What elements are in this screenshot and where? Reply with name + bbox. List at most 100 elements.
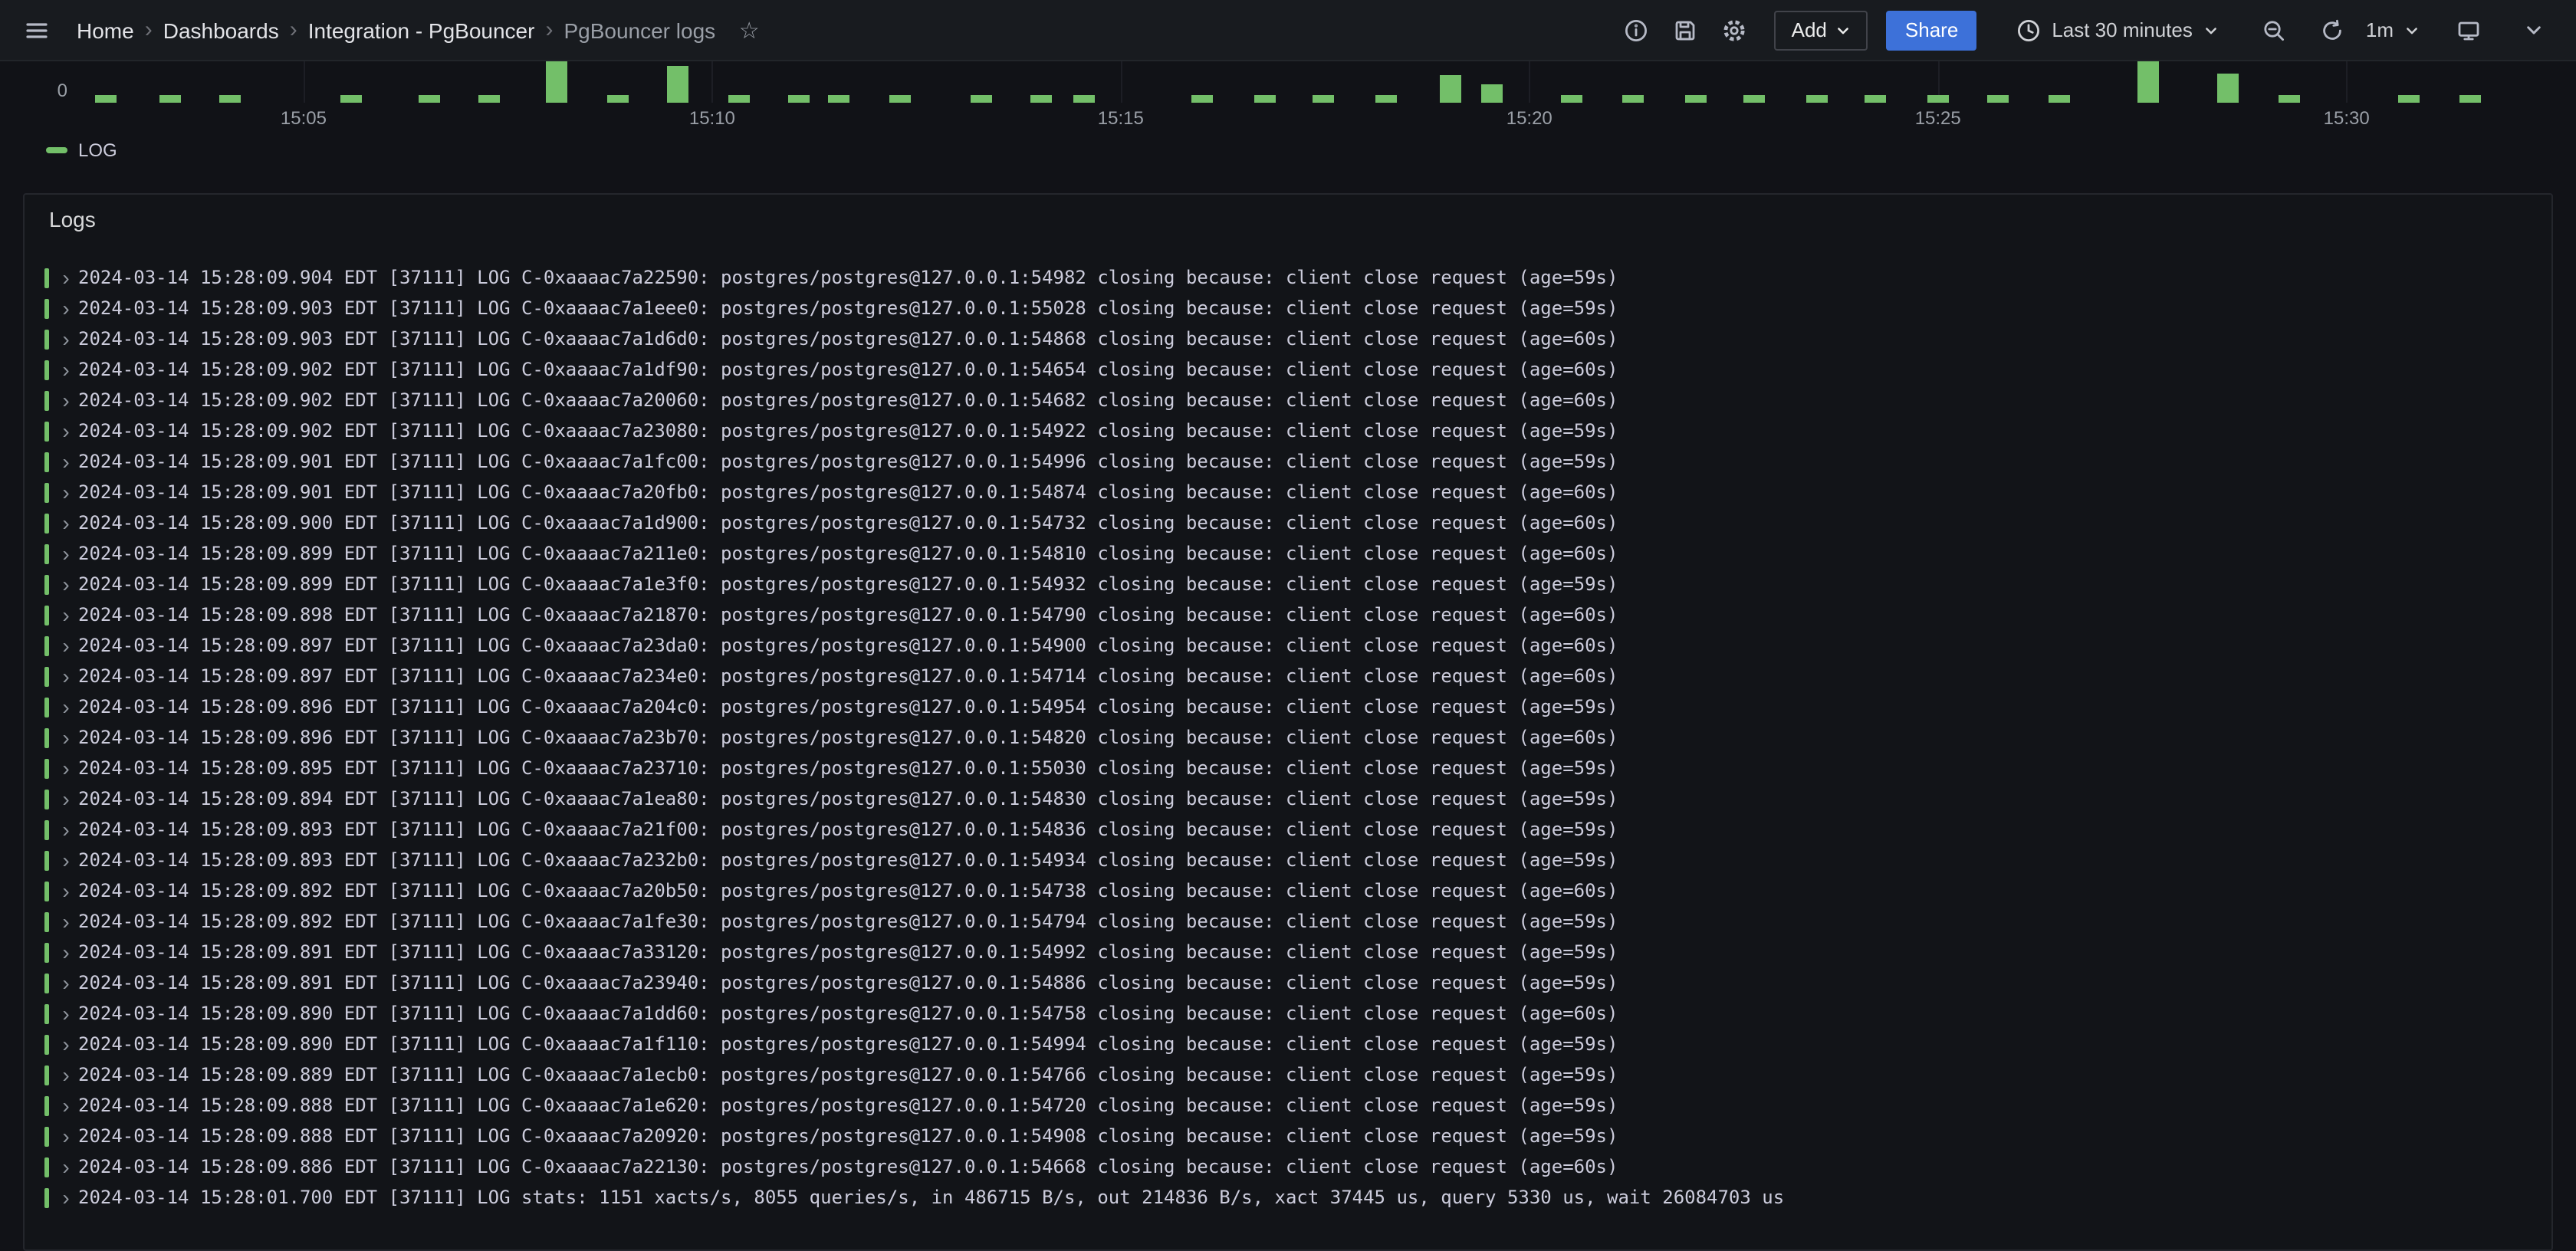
x-axis: 15:0515:1015:1515:2015:2515:30 [78,107,2555,132]
expand-chevron-icon[interactable]: › [57,814,75,845]
log-volume-bar [1744,95,1766,103]
expand-chevron-icon[interactable]: › [57,1029,75,1059]
expand-chevron-icon[interactable]: › [57,967,75,998]
expand-chevron-icon[interactable]: › [57,415,75,446]
log-row[interactable]: ›2024-03-14 15:28:09.897 EDT [37111] LOG… [25,630,2551,661]
expand-chevron-icon[interactable]: › [57,1090,75,1121]
breadcrumb-item-home[interactable]: Home [77,18,134,42]
refresh-icon[interactable] [2311,8,2354,51]
zoom-out-icon[interactable] [2252,8,2295,51]
log-row[interactable]: ›2024-03-14 15:28:09.886 EDT [37111] LOG… [25,1151,2551,1182]
expand-chevron-icon[interactable]: › [57,753,75,783]
expand-chevron-icon[interactable]: › [57,630,75,661]
log-row[interactable]: ›2024-03-14 15:28:09.891 EDT [37111] LOG… [25,967,2551,998]
log-row[interactable]: ›2024-03-14 15:28:09.888 EDT [37111] LOG… [25,1090,2551,1121]
log-row[interactable]: ›2024-03-14 15:28:09.892 EDT [37111] LOG… [25,906,2551,937]
log-row[interactable]: ›2024-03-14 15:28:09.894 EDT [37111] LOG… [25,783,2551,814]
log-row[interactable]: ›2024-03-14 15:28:09.888 EDT [37111] LOG… [25,1121,2551,1151]
expand-chevron-icon[interactable]: › [57,661,75,691]
share-button[interactable]: Share [1887,10,1976,50]
logs-panel-header[interactable]: Logs [25,195,2551,238]
log-level-indicator [44,329,49,349]
menu-toggle-icon[interactable] [15,8,58,51]
expand-chevron-icon[interactable]: › [57,446,75,477]
log-row[interactable]: ›2024-03-14 15:28:09.891 EDT [37111] LOG… [25,937,2551,967]
expand-chevron-icon[interactable]: › [57,783,75,814]
expand-chevron-icon[interactable]: › [57,906,75,937]
log-row[interactable]: ›2024-03-14 15:28:01.700 EDT [37111] LOG… [25,1182,2551,1213]
log-row[interactable]: ›2024-03-14 15:28:09.889 EDT [37111] LOG… [25,1059,2551,1090]
expand-chevron-icon[interactable]: › [57,323,75,354]
expand-chevron-icon[interactable]: › [57,1059,75,1090]
dashboard-settings-gear-icon[interactable] [1714,8,1756,51]
log-level-indicator [44,850,49,870]
log-row[interactable]: ›2024-03-14 15:28:09.898 EDT [37111] LOG… [25,599,2551,630]
log-volume-bar [1313,95,1335,103]
expand-chevron-icon[interactable]: › [57,293,75,323]
log-message: 2024-03-14 15:28:09.902 EDT [37111] LOG … [78,385,1618,415]
kiosk-monitor-icon[interactable] [2447,8,2490,51]
log-row[interactable]: ›2024-03-14 15:28:09.902 EDT [37111] LOG… [25,385,2551,415]
log-row[interactable]: ›2024-03-14 15:28:09.899 EDT [37111] LOG… [25,569,2551,599]
log-row[interactable]: ›2024-03-14 15:28:09.902 EDT [37111] LOG… [25,354,2551,385]
chevron-down-icon [1836,22,1852,38]
expand-chevron-icon[interactable]: › [57,507,75,538]
legend-log-label: LOG [78,140,117,161]
expand-chevron-icon[interactable]: › [57,1182,75,1213]
log-row[interactable]: ›2024-03-14 15:28:09.890 EDT [37111] LOG… [25,998,2551,1029]
log-level-indicator [44,1187,49,1207]
log-row[interactable]: ›2024-03-14 15:28:09.892 EDT [37111] LOG… [25,875,2551,906]
expand-chevron-icon[interactable]: › [57,538,75,569]
log-message: 2024-03-14 15:28:01.700 EDT [37111] LOG … [78,1182,1784,1213]
log-row[interactable]: ›2024-03-14 15:28:09.897 EDT [37111] LOG… [25,661,2551,691]
expand-chevron-icon[interactable]: › [57,845,75,875]
log-row[interactable]: ›2024-03-14 15:28:09.896 EDT [37111] LOG… [25,722,2551,753]
log-row[interactable]: ›2024-03-14 15:28:09.900 EDT [37111] LOG… [25,507,2551,538]
log-level-indicator [44,605,49,625]
log-volume-bar [728,95,750,103]
log-message: 2024-03-14 15:28:09.897 EDT [37111] LOG … [78,630,1618,661]
log-volume-bar [2049,95,2070,103]
expand-chevron-icon[interactable]: › [57,569,75,599]
log-row[interactable]: ›2024-03-14 15:28:09.901 EDT [37111] LOG… [25,446,2551,477]
expand-chevron-icon[interactable]: › [57,691,75,722]
expand-chevron-icon[interactable]: › [57,477,75,507]
add-button[interactable]: Add [1775,10,1868,50]
expand-chevron-icon[interactable]: › [57,722,75,753]
log-row[interactable]: ›2024-03-14 15:28:09.902 EDT [37111] LOG… [25,415,2551,446]
log-row[interactable]: ›2024-03-14 15:28:09.904 EDT [37111] LOG… [25,262,2551,293]
save-dashboard-icon[interactable] [1664,8,1707,51]
expand-chevron-icon[interactable]: › [57,385,75,415]
log-level-indicator [44,360,49,379]
log-row[interactable]: ›2024-03-14 15:28:09.890 EDT [37111] LOG… [25,1029,2551,1059]
log-volume-bar [1254,95,1275,103]
expand-chevron-icon[interactable]: › [57,262,75,293]
log-volume-bar [1986,95,2008,103]
log-row[interactable]: ›2024-03-14 15:28:09.901 EDT [37111] LOG… [25,477,2551,507]
expand-chevron-icon[interactable]: › [57,875,75,906]
x-axis-tick-label: 15:05 [281,107,327,129]
insights-info-icon[interactable] [1615,8,1658,51]
expand-chevron-icon[interactable]: › [57,1151,75,1182]
expand-chevron-icon[interactable]: › [57,998,75,1029]
expand-chevron-icon[interactable]: › [57,937,75,967]
breadcrumb-item-dashboards[interactable]: Dashboards [163,18,279,42]
log-row[interactable]: ›2024-03-14 15:28:09.893 EDT [37111] LOG… [25,814,2551,845]
log-row[interactable]: ›2024-03-14 15:28:09.895 EDT [37111] LOG… [25,753,2551,783]
time-range-picker[interactable]: Last 30 minutes [2010,8,2225,51]
log-message: 2024-03-14 15:28:09.891 EDT [37111] LOG … [78,937,1618,967]
expand-chevron-icon[interactable]: › [57,599,75,630]
collapse-chevron-down-icon[interactable] [2512,8,2555,51]
chart-legend[interactable]: LOG [46,138,117,163]
log-message: 2024-03-14 15:28:09.901 EDT [37111] LOG … [78,477,1618,507]
expand-chevron-icon[interactable]: › [57,354,75,385]
log-row[interactable]: ›2024-03-14 15:28:09.893 EDT [37111] LOG… [25,845,2551,875]
log-row[interactable]: ›2024-03-14 15:28:09.896 EDT [37111] LOG… [25,691,2551,722]
log-row[interactable]: ›2024-03-14 15:28:09.903 EDT [37111] LOG… [25,293,2551,323]
log-row[interactable]: ›2024-03-14 15:28:09.899 EDT [37111] LOG… [25,538,2551,569]
refresh-interval-dropdown[interactable]: 1m [2360,8,2426,51]
breadcrumb-item-integration-pgbouncer[interactable]: Integration - PgBouncer [308,18,535,42]
expand-chevron-icon[interactable]: › [57,1121,75,1151]
favorite-star-icon[interactable]: ☆ [728,8,770,51]
log-row[interactable]: ›2024-03-14 15:28:09.903 EDT [37111] LOG… [25,323,2551,354]
